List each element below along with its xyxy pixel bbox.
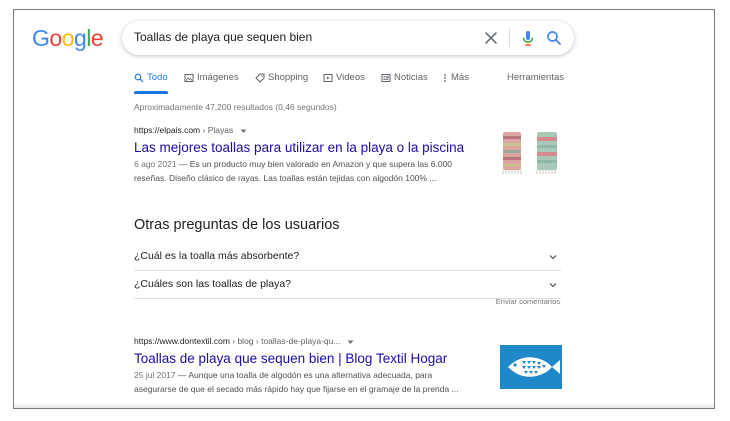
chevron-down-icon — [547, 250, 559, 262]
search-box[interactable]: Toallas de playa que sequen bien — [122, 21, 574, 55]
result-date: 25 jul 2017 — [134, 369, 176, 380]
paa-question-text: ¿Cuáles son las toallas de playa? — [134, 278, 292, 290]
tab-todo[interactable]: Todo — [134, 72, 168, 94]
send-feedback-link[interactable]: Enviar comentarios — [496, 297, 560, 306]
chevron-down-icon — [547, 278, 559, 290]
logo-letter: G — [32, 25, 50, 51]
logo-letter: o — [49, 25, 62, 51]
result-domain: https://www.dontextil.com — [134, 336, 230, 346]
tab-label: Noticias — [394, 72, 428, 83]
search-divider — [509, 29, 510, 47]
tab-videos[interactable]: Videos — [323, 72, 365, 83]
paa-question[interactable]: ¿Cuál es la toalla más absorbente? — [134, 242, 561, 271]
tab-label: Shopping — [268, 72, 309, 83]
tab-label: Todo — [147, 72, 168, 83]
google-logo[interactable]: Google — [32, 25, 104, 52]
tools-button[interactable]: Herramientas — [507, 72, 564, 83]
logo-letter: o — [61, 25, 75, 51]
snippet-line: — Aunque una toalla de algodón es una al… — [175, 369, 433, 380]
news-icon — [381, 73, 391, 83]
search-icon — [134, 73, 144, 83]
tab-label: Videos — [336, 72, 365, 83]
microphone-icon[interactable] — [518, 28, 538, 48]
tab-noticias[interactable]: Noticias — [381, 72, 428, 83]
active-tab-indicator — [134, 91, 168, 94]
tab-label: Más — [451, 72, 469, 83]
search-tabs: Todo Imágenes Shopping Videos Noticias M… — [134, 72, 564, 94]
result-thumbnail-towels[interactable] — [500, 128, 562, 176]
image-icon — [184, 73, 194, 83]
snippet-line: reseñas. Diseño clásico de rayas. Las to… — [134, 172, 437, 183]
search-icon[interactable] — [544, 28, 564, 48]
result-thumbnail-fish-logo[interactable] — [500, 345, 562, 389]
result-stats: Aproximadamente 47.200 resultados (0,46 … — [134, 102, 337, 112]
clear-icon[interactable] — [481, 28, 501, 48]
chevron-down-icon[interactable] — [240, 126, 247, 136]
paa-question[interactable]: ¿Cuáles son las toallas de playa? — [134, 270, 561, 299]
result-snippet: 25 jul 2017 — Aunque una toalla de algod… — [134, 368, 514, 396]
play-icon — [323, 73, 333, 83]
logo-letter: g — [73, 25, 87, 51]
tab-label: Imágenes — [197, 72, 239, 83]
paa-question-text: ¿Cuál es la toalla más absorbente? — [134, 250, 300, 262]
tag-icon — [255, 73, 265, 83]
search-input[interactable]: Toallas de playa que sequen bien — [134, 30, 312, 44]
result-breadcrumb: › Playas — [200, 125, 234, 135]
result-domain: https://elpais.com — [134, 125, 201, 135]
tab-mas[interactable]: Más — [442, 72, 469, 83]
chevron-down-icon[interactable] — [347, 337, 354, 347]
tab-shopping[interactable]: Shopping — [255, 72, 308, 83]
paa-heading: Otras preguntas de los usuarios — [134, 217, 340, 233]
result-date: 6 ago 2021 — [134, 158, 177, 169]
logo-letter: e — [90, 25, 104, 51]
result-breadcrumb: › blog › toallas-de-playa-qu... — [229, 336, 341, 346]
tab-imagenes[interactable]: Imágenes — [184, 72, 239, 83]
snippet-line: asegurarse de que el secado más rápido h… — [134, 383, 459, 394]
browser-viewport: Google Toallas de playa que sequen bien — [13, 9, 715, 409]
more-vert-icon — [442, 73, 448, 83]
result-snippet: 6 ago 2021 — Es un producto muy bien val… — [134, 157, 494, 185]
page-fold-shadow — [14, 402, 714, 408]
snippet-line: — Es un producto muy bien valorado en Am… — [176, 158, 453, 169]
